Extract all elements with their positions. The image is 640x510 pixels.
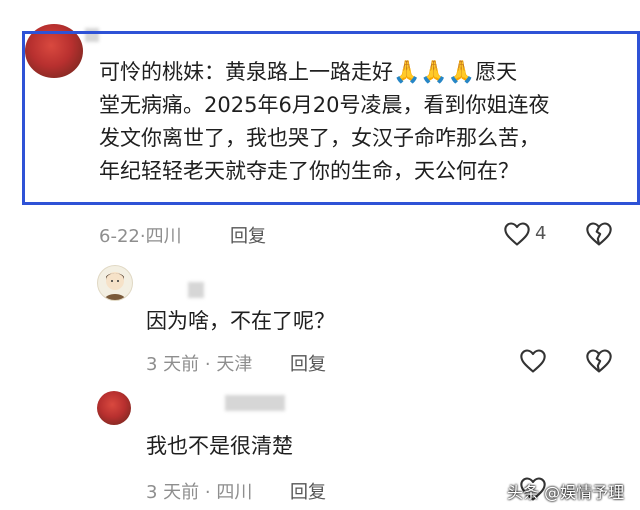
- comment-1-line-1: 可怜的桃妹：黄泉路上一路走好🙏🙏🙏愿天: [99, 60, 518, 85]
- comment-1-author[interactable]: 可怜的桃妹: [99, 60, 204, 84]
- avatar[interactable]: [97, 391, 131, 425]
- pray-emoji-icon: 🙏🙏🙏: [393, 60, 476, 85]
- comment-2-dislike-button[interactable]: [585, 348, 615, 374]
- broken-heart-icon: [586, 222, 612, 246]
- watermark: 头条 @娱情予理: [507, 483, 625, 502]
- comment-1-meta: 6-22·四川: [99, 226, 182, 247]
- comment-1-text-1: 黄泉路上一路走好: [225, 60, 393, 84]
- username-blurred: [188, 282, 204, 298]
- comment-2-reply-button[interactable]: 回复: [290, 350, 326, 376]
- comment-1-line-3: 发文你离世了，我也哭了，女汉子命咋那么苦，: [99, 126, 540, 150]
- comment-1-reply-button[interactable]: 回复: [230, 222, 266, 248]
- avatar[interactable]: [97, 265, 133, 301]
- comment-2-date: 3 天前: [146, 354, 200, 375]
- heart-icon: [504, 222, 530, 246]
- comment-1-body: 可怜的桃妹：黄泉路上一路走好🙏🙏🙏愿天 堂无病痛。2025年6月20号凌晨，看到…: [99, 56, 629, 204]
- comment-3-text: 我也不是很清楚: [146, 434, 293, 458]
- comment-1-line-2: 堂无病痛。2025年6月20号凌晨，看到你姐连夜: [99, 93, 550, 117]
- comment-3-meta: 3 天前 · 四川: [146, 482, 253, 503]
- comment-2-text: 因为啥，不在了呢？: [146, 309, 335, 333]
- heart-icon: [520, 349, 546, 373]
- broken-heart-icon: [586, 349, 612, 373]
- comment-1-line-4: 年纪轻轻老天就夺走了你的生命，天公何在？: [99, 159, 519, 183]
- comment-2-meta: 3 天前 · 天津: [146, 354, 253, 375]
- comment-3-date: 3 天前: [146, 482, 200, 503]
- comment-1-date: 6-22: [99, 226, 140, 247]
- comment-1-location: 四川: [145, 226, 182, 247]
- username-blurred: [225, 395, 285, 411]
- comment-2-location: 天津: [216, 354, 253, 375]
- comment-2-like-button[interactable]: [519, 348, 549, 374]
- comment-1-text-2: 愿天: [475, 60, 518, 84]
- comment-3-reply-button[interactable]: 回复: [290, 478, 326, 504]
- cartoon-face-icon: [104, 272, 126, 300]
- comment-1-like-count: 4: [535, 223, 547, 244]
- comment-1-like-button[interactable]: [503, 221, 533, 247]
- comment-1-dislike-button[interactable]: [585, 221, 615, 247]
- comment-3-location: 四川: [216, 482, 253, 503]
